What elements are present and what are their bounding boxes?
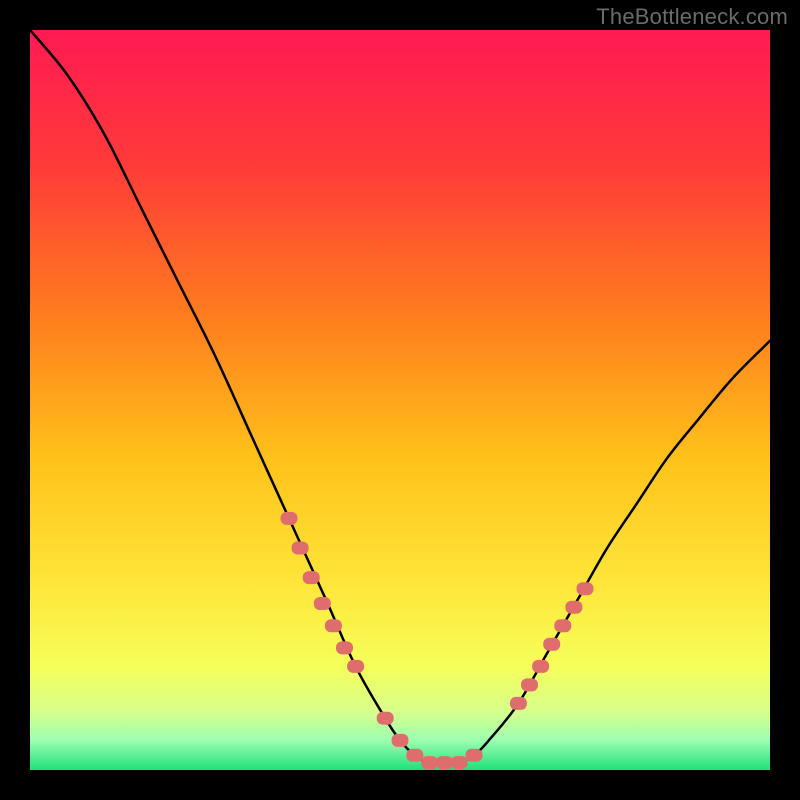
chart-frame: TheBottleneck.com [0, 0, 800, 800]
highlight-dot [466, 749, 483, 762]
highlight-dot [325, 619, 342, 632]
highlight-dot [521, 678, 538, 691]
highlight-dot [377, 712, 394, 725]
bottleneck-chart [30, 30, 770, 770]
highlight-dot [510, 697, 527, 710]
highlight-dot [406, 749, 423, 762]
highlight-dot [554, 619, 571, 632]
highlight-dot [436, 756, 453, 769]
watermark-text: TheBottleneck.com [596, 4, 788, 30]
highlight-dot [336, 641, 353, 654]
highlight-dot [303, 571, 320, 584]
highlight-dot [577, 582, 594, 595]
highlight-dot [347, 660, 364, 673]
highlight-dot [565, 601, 582, 614]
highlight-dot [314, 597, 331, 610]
highlight-dot [532, 660, 549, 673]
highlight-dot [543, 638, 560, 651]
highlight-dot [392, 734, 409, 747]
highlight-dot [292, 542, 309, 555]
highlight-dot [451, 756, 468, 769]
highlight-dot [281, 512, 298, 525]
plot-area [30, 30, 770, 770]
gradient-background [30, 30, 770, 770]
highlight-dot [421, 756, 438, 769]
